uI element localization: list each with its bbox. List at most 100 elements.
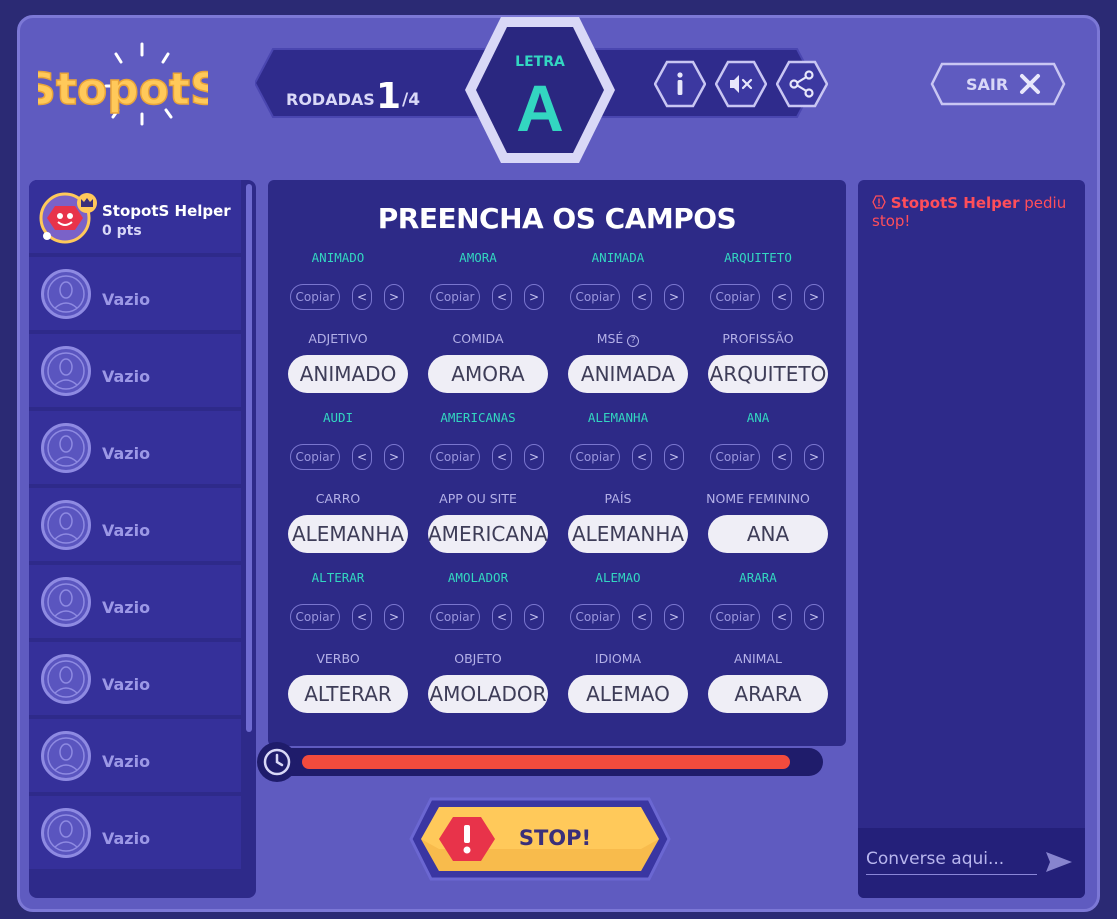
player-slot: Vazio [29, 719, 241, 792]
current-letter: A [516, 71, 564, 145]
prev-suggestion-button[interactable]: < [352, 604, 372, 630]
alert-icon [872, 195, 886, 209]
answer-input[interactable]: AMORA [428, 355, 548, 393]
copy-button[interactable]: Copiar [430, 604, 480, 630]
next-suggestion-button[interactable]: > [384, 284, 404, 310]
player-name: Vazio [102, 675, 151, 694]
empty-avatar [41, 269, 91, 319]
field-cell: ANIMADA Copiar < > MSÉ ? ANIMADA [548, 250, 688, 410]
suggestion-text: ALEMANHA [587, 410, 649, 425]
prev-suggestion-button[interactable]: < [772, 604, 792, 630]
empty-avatar [41, 731, 91, 781]
suggestion-text: AMOLADOR [447, 570, 509, 585]
prev-suggestion-button[interactable]: < [632, 444, 652, 470]
logo-text: StopotS [38, 64, 208, 115]
suggestion-text: AUDI [322, 410, 354, 425]
empty-avatar [41, 346, 91, 396]
category: APP OU SITE [408, 491, 548, 506]
next-suggestion-button[interactable]: > [664, 284, 684, 310]
answer-input[interactable]: ALEMANHA [288, 515, 408, 553]
prev-suggestion-button[interactable]: < [492, 444, 512, 470]
sound-toggle-button[interactable] [715, 60, 767, 108]
answer-input[interactable]: ANIMADO [288, 355, 408, 393]
next-suggestion-button[interactable]: > [524, 444, 544, 470]
chat-input[interactable] [866, 843, 1037, 875]
prev-suggestion-button[interactable]: < [772, 284, 792, 310]
copy-button[interactable]: Copiar [710, 444, 760, 470]
empty-avatar [41, 577, 91, 627]
share-button[interactable] [776, 60, 828, 108]
answer-input[interactable]: ALTERAR [288, 675, 408, 713]
rounds-label: RODADAS [286, 90, 375, 109]
next-suggestion-button[interactable]: > [664, 444, 684, 470]
player-slot: Vazio [29, 334, 241, 407]
player-name: Vazio [102, 829, 151, 848]
answer-input[interactable]: AMERICANAS [428, 515, 548, 553]
prev-suggestion-button[interactable]: < [632, 284, 652, 310]
prev-suggestion-button[interactable]: < [772, 444, 792, 470]
next-suggestion-button[interactable]: > [384, 444, 404, 470]
help-icon[interactable]: ? [627, 335, 640, 347]
chat-message: StopotS Helper pediu stop! [872, 194, 1072, 230]
empty-avatar [41, 808, 91, 858]
copy-button[interactable]: Copiar [710, 284, 760, 310]
field-cell: ANA Copiar < > NOME FEMININO ANA [688, 410, 828, 570]
answer-input[interactable]: ALEMANHA [568, 515, 688, 553]
chat-input-area [858, 828, 1085, 898]
players-panel: StopotS Helper 0 pts Vazio Vazio Vazio Vazio V… [29, 180, 256, 898]
copy-button[interactable]: Copiar [430, 284, 480, 310]
players-scrollbar[interactable] [246, 184, 252, 732]
category: NOME FEMININO [688, 491, 828, 506]
category: CARRO [268, 491, 408, 506]
copy-button[interactable]: Copiar [290, 444, 340, 470]
send-icon[interactable] [1044, 850, 1074, 874]
player-name: Vazio [102, 444, 151, 463]
suggestion-text: ARQUITETO [724, 250, 792, 265]
prev-suggestion-button[interactable]: < [632, 604, 652, 630]
next-suggestion-button[interactable]: > [804, 604, 824, 630]
copy-button[interactable]: Copiar [570, 284, 620, 310]
player-slot: Vazio [29, 257, 241, 330]
exit-label: SAIR [966, 75, 1009, 94]
answer-input[interactable]: ARARA [708, 675, 828, 713]
category: ANIMAL [688, 651, 828, 666]
next-suggestion-button[interactable]: > [804, 284, 824, 310]
rounds-total: /4 [402, 90, 421, 110]
prev-suggestion-button[interactable]: < [352, 284, 372, 310]
answer-input[interactable]: ALEMAO [568, 675, 688, 713]
answer-input[interactable]: ANA [708, 515, 828, 553]
copy-button[interactable]: Copiar [290, 284, 340, 310]
field-cell: ANIMADO Copiar < > ADJETIVO ANIMADO [268, 250, 408, 410]
prev-suggestion-button[interactable]: < [492, 284, 512, 310]
answer-input[interactable]: ANIMADA [568, 355, 688, 393]
next-suggestion-button[interactable]: > [804, 444, 824, 470]
answer-input[interactable]: ARQUITETO [708, 355, 828, 393]
copy-button[interactable]: Copiar [710, 604, 760, 630]
copy-button[interactable]: Copiar [570, 604, 620, 630]
field-cell: AMERICANAS Copiar < > APP OU SITE AMERICANAS [408, 410, 548, 570]
next-suggestion-button[interactable]: > [524, 604, 544, 630]
category-label: ADJETIVO [308, 331, 368, 346]
answer-input[interactable]: AMOLADOR [428, 675, 548, 713]
category-label: OBJETO [454, 651, 502, 666]
suggestion-text: ANIMADO [311, 250, 365, 265]
next-suggestion-button[interactable]: > [384, 604, 404, 630]
person-icon [47, 737, 85, 775]
category-label: IDIOMA [594, 651, 642, 666]
player-name: Vazio [102, 598, 151, 617]
field-cell: ALEMANHA Copiar < > PAÍS ALEMANHA [548, 410, 688, 570]
category-label: COMIDA [452, 331, 504, 346]
prev-suggestion-button[interactable]: < [352, 444, 372, 470]
prev-suggestion-button[interactable]: < [492, 604, 512, 630]
copy-button[interactable]: Copiar [570, 444, 620, 470]
category-label: PAÍS [604, 491, 632, 506]
suggestion-text: AMORA [459, 250, 497, 265]
suggestion-text: ARARA [739, 570, 777, 585]
next-suggestion-button[interactable]: > [664, 604, 684, 630]
category-label: MSÉ [596, 331, 624, 346]
copy-button[interactable]: Copiar [430, 444, 480, 470]
next-suggestion-button[interactable]: > [524, 284, 544, 310]
category: OBJETO [408, 651, 548, 666]
copy-button[interactable]: Copiar [290, 604, 340, 630]
info-button[interactable] [654, 60, 706, 108]
